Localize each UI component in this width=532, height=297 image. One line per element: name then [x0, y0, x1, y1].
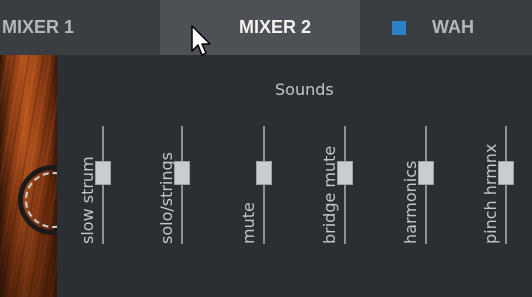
fader-handle[interactable]	[498, 161, 514, 185]
fader-label: mute	[239, 202, 258, 244]
fader-handle[interactable]	[256, 161, 272, 185]
tab-bar: MIXER 1 MIXER 2 WAH	[0, 0, 532, 55]
fader-track[interactable]	[505, 126, 507, 244]
fader-track[interactable]	[344, 126, 346, 244]
fader-label: pinch hrmnx	[481, 143, 500, 244]
wah-enable-toggle[interactable]	[392, 21, 406, 35]
tab-wah[interactable]: WAH	[432, 0, 474, 55]
mouse-cursor-icon	[191, 25, 211, 56]
fader-track[interactable]	[425, 126, 427, 244]
fader-track[interactable]	[181, 126, 183, 244]
fader-handle[interactable]	[174, 161, 190, 185]
fader-handle[interactable]	[418, 161, 434, 185]
fader-handle[interactable]	[95, 161, 111, 185]
fader-track[interactable]	[102, 126, 104, 244]
tab-mixer-1[interactable]: MIXER 1	[0, 0, 160, 55]
fader-handle[interactable]	[337, 161, 353, 185]
section-title: Sounds	[275, 80, 334, 99]
fader-track[interactable]	[263, 126, 265, 244]
